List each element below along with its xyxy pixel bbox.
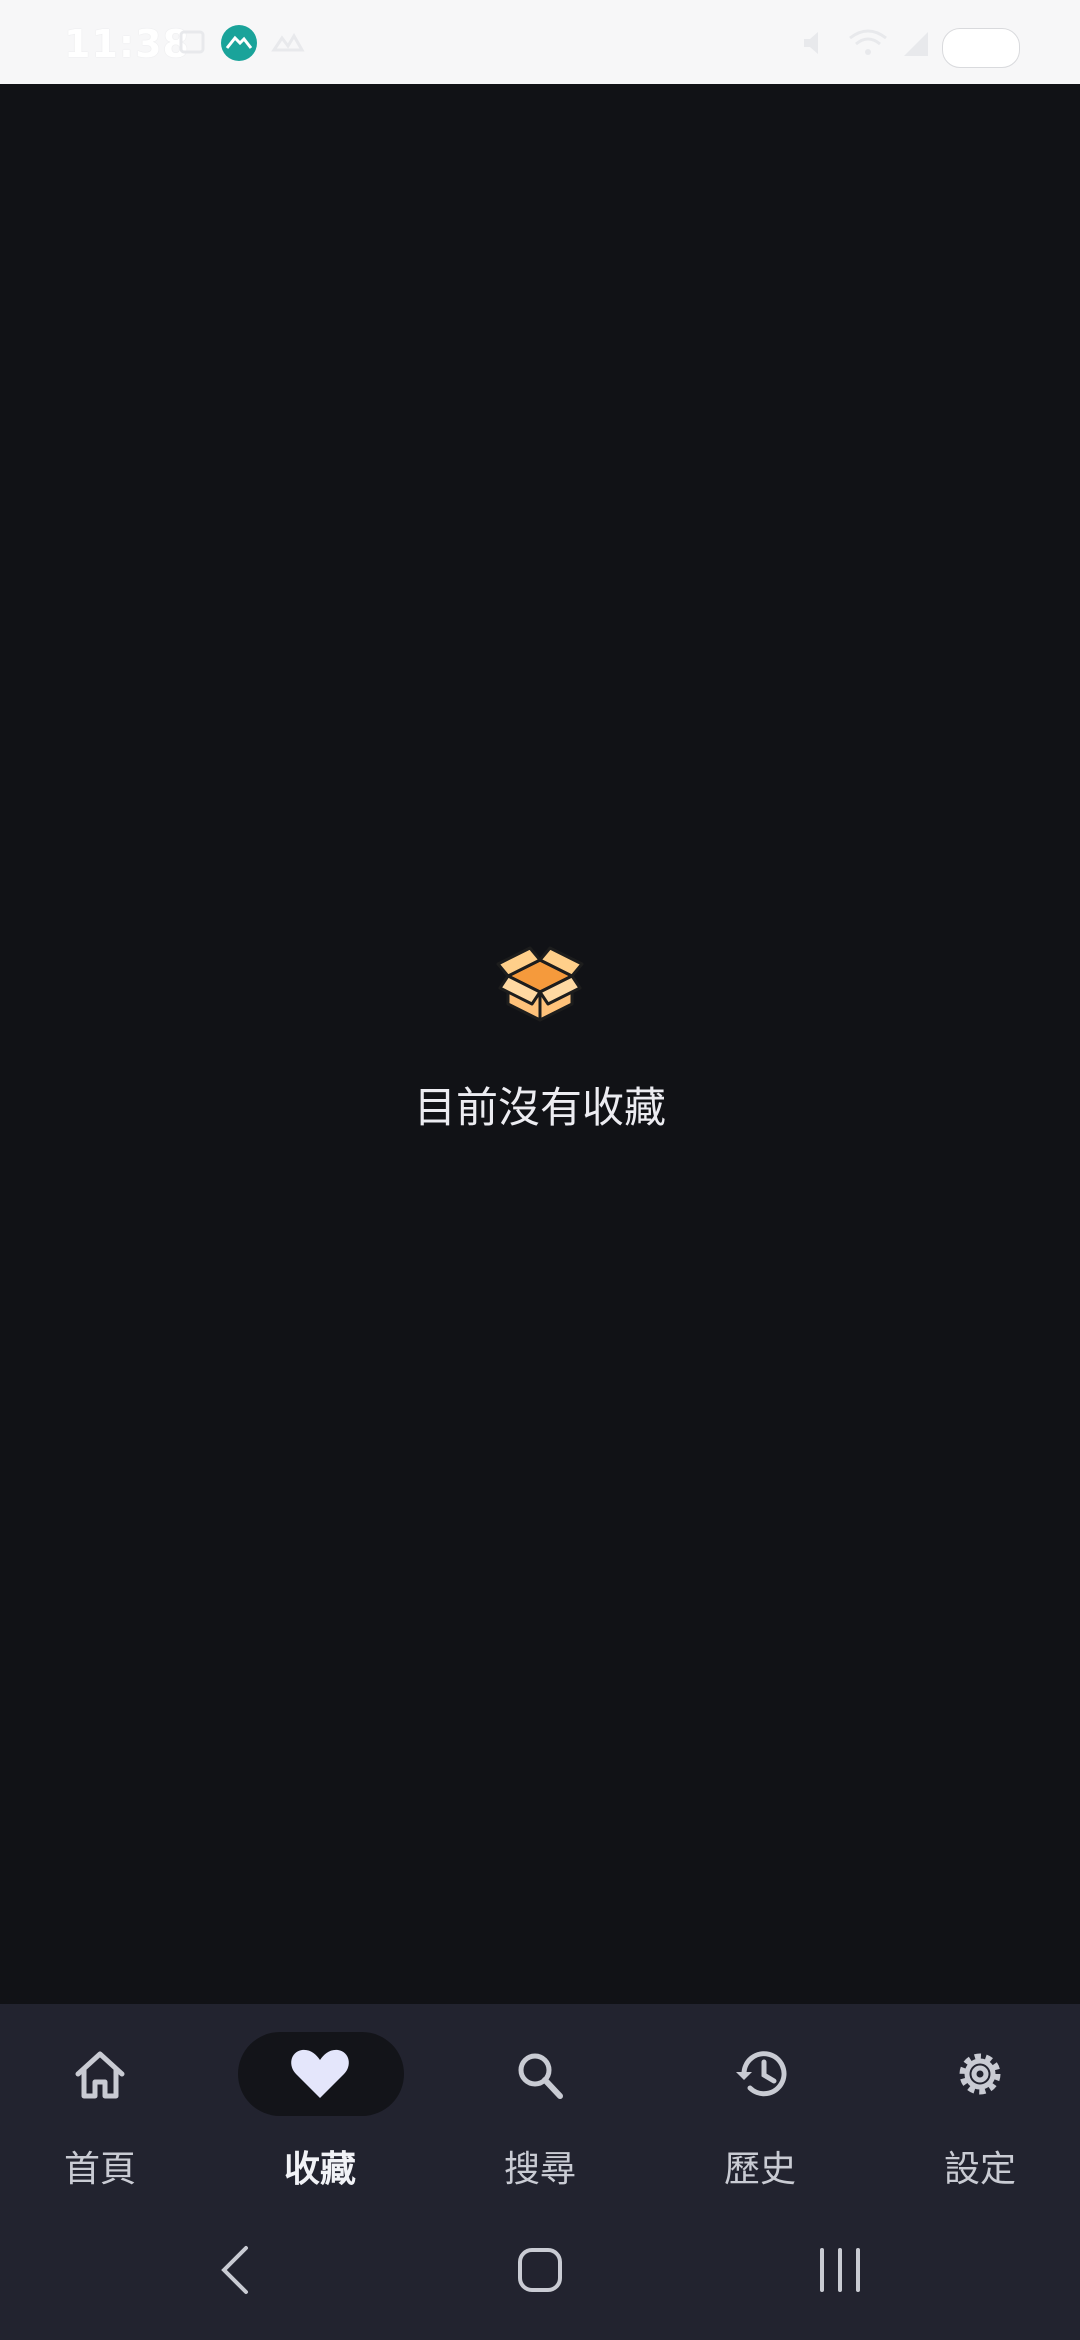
nav-label-settings: 設定: [943, 2149, 1016, 2190]
status-time: 11:38: [64, 22, 190, 66]
photo-icon: [179, 30, 205, 54]
nav-item-search[interactable]: 搜尋: [440, 2032, 640, 2190]
nav-label-search: 搜尋: [503, 2149, 576, 2190]
nav-label-home: 首頁: [63, 2149, 136, 2190]
back-icon[interactable]: [206, 2240, 266, 2300]
home-button-icon[interactable]: [510, 2240, 570, 2300]
signal-icon: [904, 32, 928, 56]
history-icon: [736, 2051, 787, 2097]
battery-indicator: 70: [942, 28, 1020, 68]
nav-label-favorites: 收藏: [283, 2149, 356, 2190]
nav-item-favorites[interactable]: 收藏: [220, 2032, 420, 2190]
nav-item-home[interactable]: 首頁: [0, 2032, 200, 2190]
cloud-icon: [271, 33, 305, 52]
open-box-icon: [496, 946, 584, 1022]
status-bar: 11:38 70: [0, 0, 1080, 84]
recents-icon[interactable]: [810, 2240, 870, 2300]
home-icon: [75, 2051, 125, 2099]
search-icon: [518, 2053, 563, 2099]
empty-state-message: 目前沒有收藏: [413, 1083, 666, 1132]
nav-item-settings[interactable]: 設定: [880, 2032, 1080, 2190]
bottom-navigation: 首頁 收藏 搜尋 歷史 設定: [0, 2004, 1080, 2340]
heart-icon: [291, 2049, 349, 2098]
app-mountain-icon: [221, 25, 257, 61]
gear-icon: [959, 2053, 1001, 2095]
nav-label-history: 歷史: [723, 2149, 796, 2190]
mute-icon: [804, 32, 818, 54]
favorites-content: [0, 84, 1080, 2004]
wifi-icon: [849, 29, 887, 55]
nav-item-history[interactable]: 歷史: [660, 2032, 860, 2190]
